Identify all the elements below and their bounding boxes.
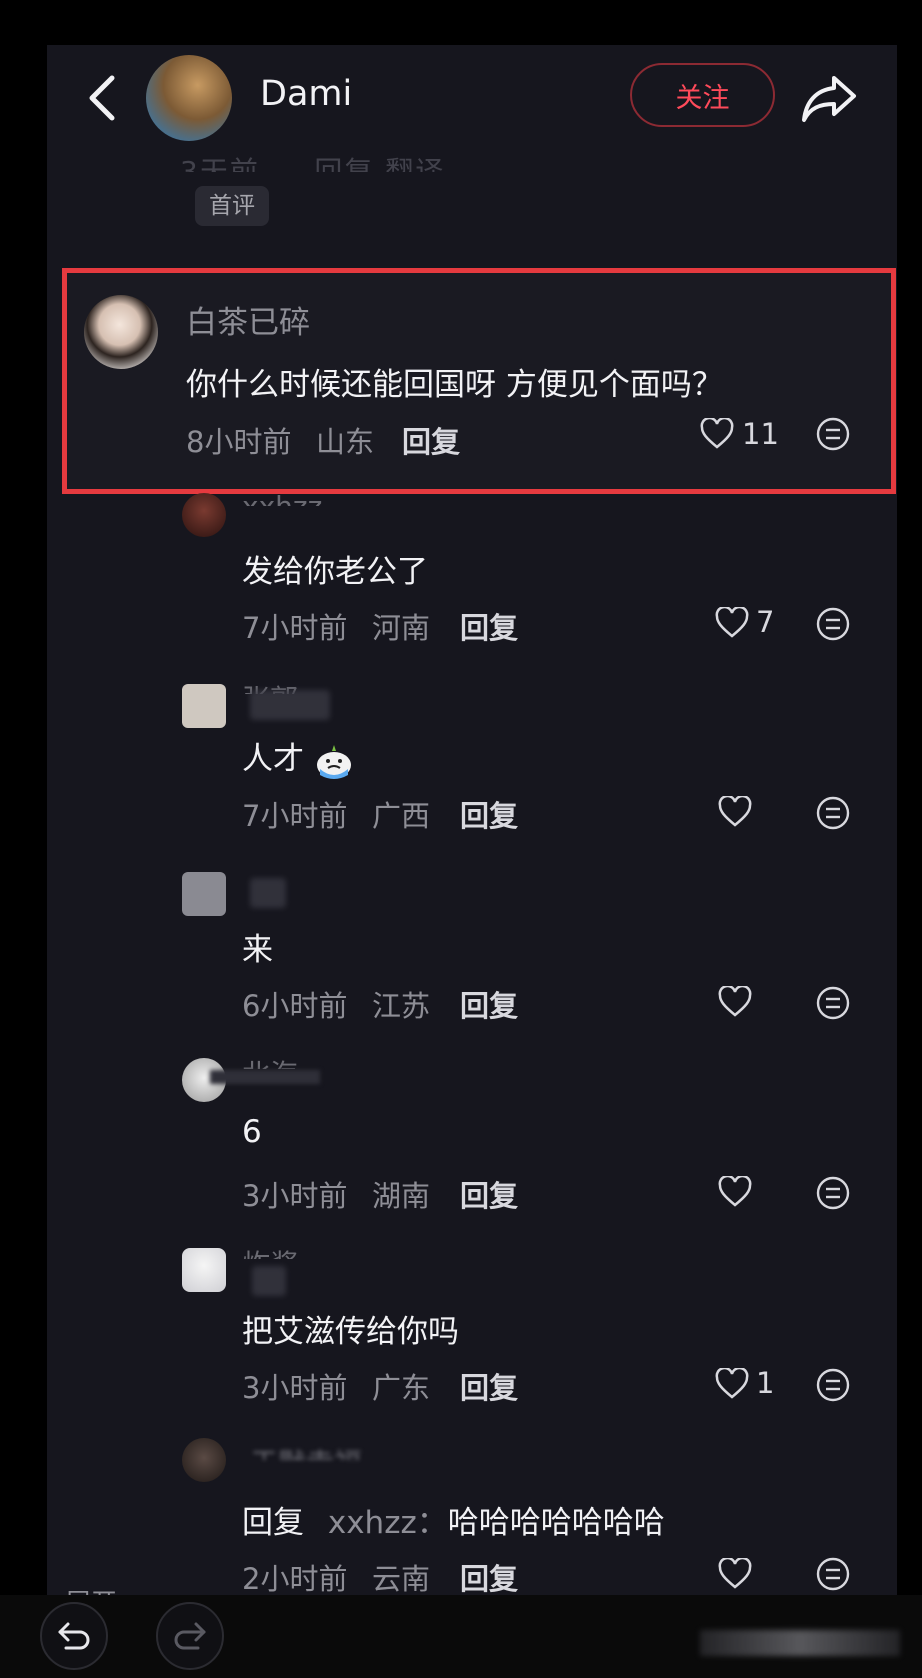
comment-text: 发给你老公了 — [242, 554, 428, 590]
reply-body: 哈哈哈哈哈哈哈 — [447, 1505, 665, 1541]
reply-button[interactable]: 回复 — [460, 1173, 518, 1215]
blurred-username — [252, 1266, 286, 1296]
reply-button[interactable]: 回复 — [460, 793, 518, 835]
undo-icon[interactable] — [40, 1602, 108, 1670]
comment-text: 来 — [242, 932, 273, 968]
avatar[interactable] — [182, 684, 226, 728]
comment-location: 广东 — [372, 1371, 431, 1405]
comment-username[interactable]: 白茶已碎 — [186, 297, 310, 342]
reply-button[interactable]: 回复 — [402, 419, 460, 461]
comment-username[interactable]: 北海 — [242, 1053, 298, 1069]
comment-text: 人才 — [242, 733, 354, 781]
reply-prefix: 回复 — [242, 1505, 304, 1541]
redo-icon[interactable] — [156, 1602, 224, 1670]
reply-button[interactable]: 回复 — [460, 1365, 518, 1407]
comment-location: 山东 — [316, 425, 375, 459]
comment-username[interactable]: 炸酱 — [242, 1243, 298, 1259]
heart-icon[interactable] — [715, 605, 749, 639]
heart-icon[interactable] — [718, 1556, 752, 1590]
comment-time: 7小时前 — [242, 799, 348, 833]
heart-icon[interactable] — [718, 984, 752, 1018]
crying-emoji-icon — [314, 741, 354, 781]
comment-location: 湖南 — [372, 1179, 431, 1213]
previous-comment-meta: 3天前 ... 回复 翻译 — [180, 155, 446, 172]
avatar[interactable] — [182, 1248, 226, 1292]
like-count: 11 — [742, 417, 779, 451]
more-options-icon[interactable] — [815, 985, 851, 1021]
avatar[interactable] — [182, 493, 226, 537]
more-options-icon[interactable] — [815, 606, 851, 642]
comment-username[interactable]: 于默幸福 — [250, 1442, 362, 1460]
comment-time: 3小时前 — [242, 1371, 348, 1405]
first-comment-badge: 首评 — [195, 186, 269, 226]
comment-location: 河南 — [372, 611, 431, 645]
reply-to-username[interactable]: xxhzz： — [328, 1505, 448, 1541]
like-count: 1 — [756, 1366, 775, 1400]
comment-location: 云南 — [372, 1562, 431, 1596]
comment-text: 回复 xxhzz：哈哈哈哈哈哈哈 — [242, 1497, 665, 1542]
comment-text: 把艾滋传给你吗 — [242, 1314, 459, 1350]
comment-time: 2小时前 — [242, 1562, 348, 1596]
blurred-username — [210, 1070, 320, 1084]
blurred-username — [250, 690, 330, 720]
comment-username[interactable]: xxhzz — [242, 490, 322, 506]
reply-button[interactable]: 回复 — [460, 1556, 518, 1598]
reply-button[interactable]: 回复 — [460, 983, 518, 1025]
comment-time: 7小时前 — [242, 611, 348, 645]
avatar[interactable] — [182, 1438, 226, 1482]
like-count: 7 — [756, 605, 775, 639]
more-options-icon[interactable] — [815, 1367, 851, 1403]
page-title[interactable]: Dami — [260, 74, 352, 114]
reply-button[interactable]: 回复 — [460, 605, 518, 647]
more-options-icon[interactable] — [815, 795, 851, 831]
back-arrow-icon[interactable] — [80, 72, 126, 124]
avatar[interactable] — [182, 872, 226, 916]
comment-time: 3小时前 — [242, 1179, 348, 1213]
comment-time: 8小时前 — [186, 425, 292, 459]
comment-text: 6 — [242, 1114, 262, 1150]
heart-icon[interactable] — [700, 416, 734, 450]
comment-time: 6小时前 — [242, 989, 348, 1023]
more-options-icon[interactable] — [815, 1556, 851, 1592]
comment-text: 你什么时候还能回国呀 方便见个面吗？ — [186, 367, 723, 403]
more-options-icon[interactable] — [815, 1175, 851, 1211]
heart-icon[interactable] — [718, 1174, 752, 1208]
follow-button[interactable]: 关注 — [630, 63, 775, 127]
comment-location: 广西 — [372, 799, 431, 833]
avatar[interactable] — [146, 55, 232, 141]
avatar[interactable] — [84, 295, 158, 369]
watermark — [700, 1630, 900, 1656]
comment-location: 江苏 — [372, 989, 431, 1023]
share-icon[interactable] — [800, 72, 858, 124]
blurred-username — [250, 878, 286, 908]
more-options-icon[interactable] — [815, 416, 851, 452]
heart-icon[interactable] — [715, 1366, 749, 1400]
heart-icon[interactable] — [718, 794, 752, 828]
